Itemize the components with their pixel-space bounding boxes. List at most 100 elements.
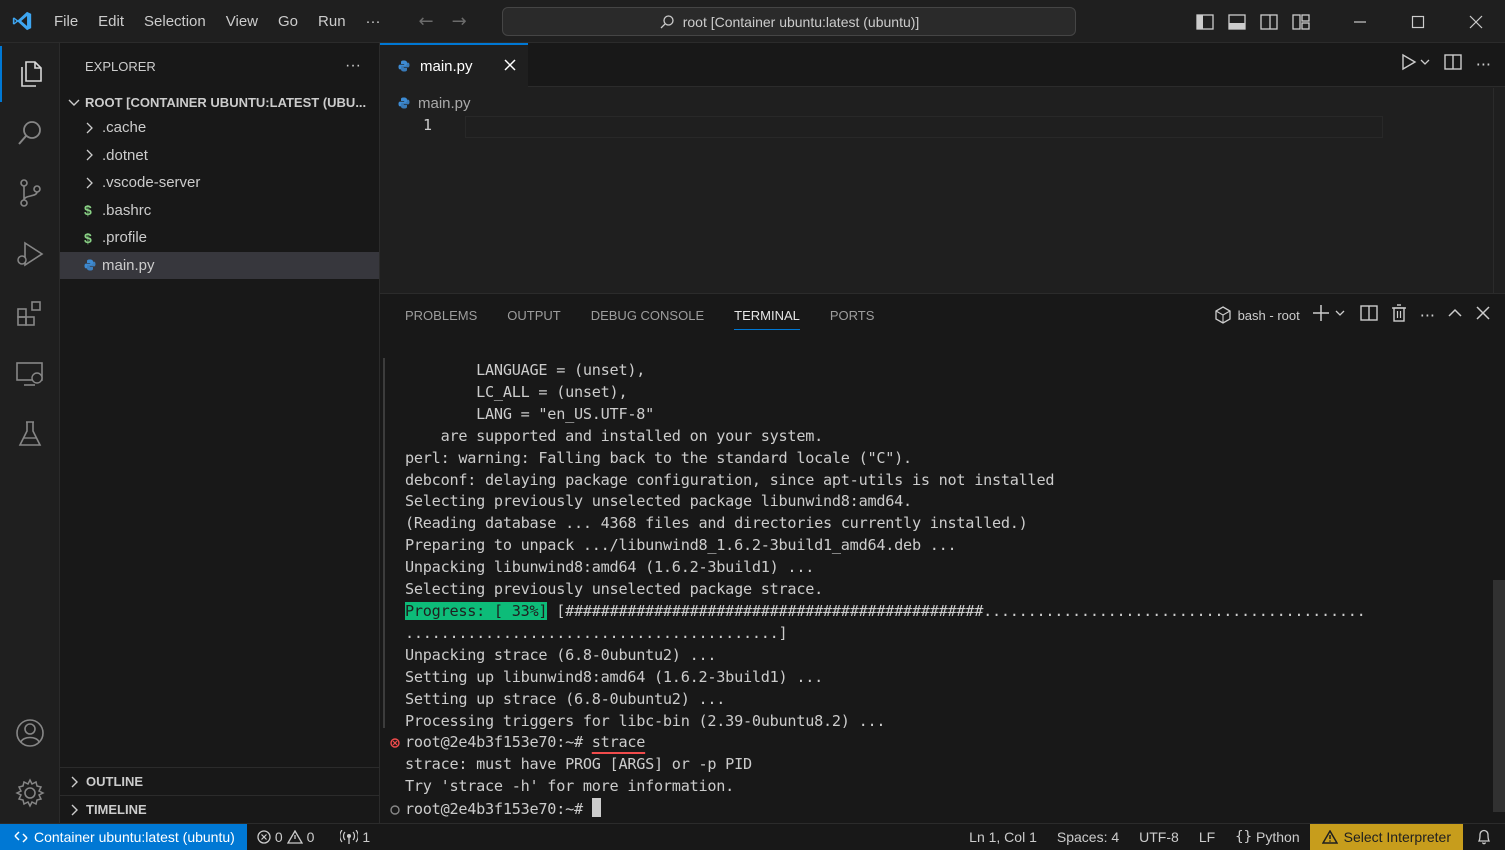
tree-item-profile[interactable]: $ .profile (60, 224, 379, 252)
tree-item-main-py[interactable]: main.py (60, 251, 379, 279)
chevron-right-icon (71, 804, 78, 815)
explorer-root-folder[interactable]: ROOT [CONTAINER UBUNTU:LATEST (UBU... (60, 90, 379, 114)
terminal-line: perl: warning: Falling back to the stand… (405, 448, 912, 467)
terminal-selector[interactable]: bash - root (1214, 306, 1300, 324)
editor-more-actions-icon[interactable]: ··· (1476, 55, 1491, 74)
editor-scrollbar[interactable] (1493, 88, 1505, 293)
menu-view[interactable]: View (216, 0, 268, 43)
split-terminal-icon[interactable] (1360, 304, 1378, 326)
python-file-icon (398, 97, 410, 109)
activity-bar (0, 43, 60, 823)
terminal-line: debconf: delaying package configuration,… (405, 470, 1055, 489)
run-and-debug-icon[interactable] (0, 226, 60, 282)
back-arrow-icon[interactable]: ← (419, 11, 434, 32)
close-window-button[interactable] (1447, 0, 1505, 43)
panel-more-actions-icon[interactable]: ··· (1420, 306, 1435, 325)
search-icon (660, 14, 674, 28)
editor-current-line[interactable] (465, 116, 1383, 138)
forward-arrow-icon[interactable]: → (452, 11, 467, 32)
explorer-title: EXPLORER (85, 58, 156, 74)
tab-debug-console[interactable]: DEBUG CONSOLE (591, 308, 704, 330)
kill-terminal-trash-icon[interactable] (1390, 304, 1408, 326)
settings-gear-icon[interactable] (0, 765, 60, 821)
menu-go[interactable]: Go (268, 0, 308, 43)
cursor-position[interactable]: Ln 1, Col 1 (959, 824, 1047, 850)
customize-layout-icon[interactable] (1285, 0, 1317, 43)
python-file-icon (398, 60, 410, 72)
source-control-icon[interactable] (0, 165, 60, 221)
command-failed-decoration-icon[interactable] (390, 737, 400, 752)
run-python-file-icon[interactable] (1400, 53, 1430, 75)
terminal-command: strace (591, 733, 646, 752)
minimize-button[interactable] (1331, 0, 1389, 43)
terminal-prompt: root@2e4b3f153e70:~# (405, 733, 592, 752)
command-center[interactable]: root [Container ubuntu:latest (ubuntu)] (502, 7, 1076, 36)
terminal-prompt-line: root@2e4b3f153e70:~# strace (405, 732, 1366, 754)
menu-run[interactable]: Run (308, 0, 356, 43)
tree-item-vscode-server[interactable]: .vscode-server (60, 169, 379, 197)
tab-problems[interactable]: PROBLEMS (405, 308, 477, 330)
tree-item-dotnet[interactable]: .dotnet (60, 142, 379, 170)
terminal-decoration-line (383, 358, 385, 728)
remote-explorer-icon[interactable] (0, 346, 60, 402)
editor-tab-bar: main.py ··· (380, 43, 1505, 87)
menu-selection[interactable]: Selection (134, 0, 216, 43)
terminal-output[interactable]: LANGUAGE = (unset), LC_ALL = (unset), LA… (405, 360, 1366, 821)
close-tab-icon[interactable] (502, 57, 518, 77)
explorer-more-actions-button[interactable]: ··· (345, 57, 361, 75)
tab-ports[interactable]: PORTS (830, 308, 875, 330)
menu-file[interactable]: File (44, 0, 88, 43)
bottom-panel: PROBLEMS OUTPUT DEBUG CONSOLE TERMINAL P… (380, 293, 1505, 823)
vscode-logo-icon (0, 0, 44, 43)
terminal-line: LANGUAGE = (unset), (405, 361, 646, 379)
problems-indicator[interactable]: 0 0 (247, 824, 325, 850)
terminal-line: Setting up libunwind8:amd64 (1.6.2-3buil… (405, 667, 824, 686)
toggle-panel-icon[interactable] (1221, 0, 1253, 43)
chevron-right-icon (84, 121, 102, 135)
terminal-line: LC_ALL = (unset), (405, 382, 628, 401)
tab-terminal[interactable]: TERMINAL (734, 308, 800, 330)
select-interpreter-button[interactable]: Select Interpreter (1309, 823, 1463, 850)
indentation[interactable]: Spaces: 4 (1047, 824, 1129, 850)
outline-section[interactable]: OUTLINE (60, 767, 380, 795)
close-panel-icon[interactable] (1475, 305, 1491, 325)
tab-output[interactable]: OUTPUT (507, 308, 560, 330)
menu-edit[interactable]: Edit (88, 0, 134, 43)
terminal-scrollbar[interactable] (1493, 580, 1505, 812)
encoding[interactable]: UTF-8 (1129, 824, 1189, 850)
maximize-panel-chevron-up-icon[interactable] (1447, 305, 1463, 325)
terminal-line: Try 'strace -h' for more information. (405, 777, 735, 796)
end-of-line[interactable]: LF (1189, 824, 1225, 850)
timeline-section[interactable]: TIMELINE (60, 795, 380, 823)
new-terminal-icon[interactable] (1312, 304, 1348, 326)
tree-item-bashrc[interactable]: $ .bashrc (60, 197, 379, 225)
extensions-icon[interactable] (0, 286, 60, 342)
split-editor-icon[interactable] (1444, 53, 1462, 75)
maximize-button[interactable] (1389, 0, 1447, 43)
chevron-right-icon (71, 776, 78, 787)
terminal-line: Unpacking libunwind8:amd64 (1.6.2-3build… (405, 558, 815, 577)
toggle-secondary-sidebar-icon[interactable] (1253, 0, 1285, 43)
breadcrumb-file[interactable]: main.py (418, 95, 471, 112)
toggle-primary-sidebar-icon[interactable] (1189, 0, 1221, 43)
terminal-prompt-line: root@2e4b3f153e70:~# (405, 798, 1366, 821)
tab-label: main.py (420, 57, 473, 75)
testing-icon[interactable] (0, 406, 60, 462)
tree-item-cache[interactable]: .cache (60, 114, 379, 142)
command-pending-decoration-icon[interactable] (390, 804, 400, 819)
braces-icon: {} (1235, 829, 1253, 845)
explorer-icon[interactable] (0, 46, 60, 102)
remote-indicator[interactable]: Container ubuntu:latest (ubuntu) (0, 823, 247, 850)
terminal-line: are supported and installed on your syst… (405, 426, 824, 445)
search-icon[interactable] (0, 105, 60, 161)
warning-icon (1321, 830, 1338, 844)
progress-label: Progress: [ 33%] (405, 601, 548, 620)
language-mode[interactable]: {} Python (1225, 824, 1309, 850)
tab-main-py[interactable]: main.py (380, 43, 528, 87)
notifications-bell-icon[interactable] (1463, 824, 1505, 850)
terminal-line: (Reading database ... 4368 files and dir… (405, 514, 1028, 533)
status-bar: Container ubuntu:latest (ubuntu) 0 0 1 L… (0, 823, 1505, 850)
menu-more[interactable]: ··· (356, 0, 391, 43)
accounts-icon[interactable] (0, 705, 60, 761)
forwarded-ports-indicator[interactable]: 1 (330, 824, 380, 850)
